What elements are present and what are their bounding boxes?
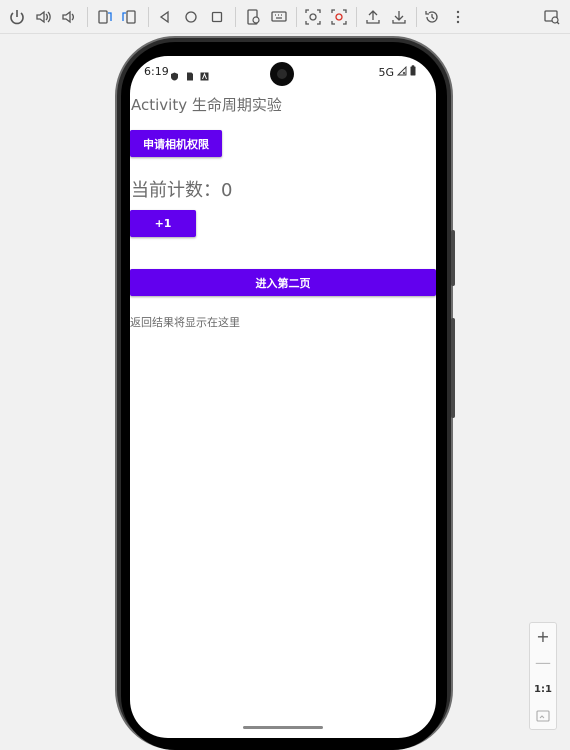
front-camera — [270, 62, 294, 86]
camera-snapshot-icon[interactable] — [302, 6, 324, 28]
zoom-panel: + — 1:1 — [529, 622, 557, 730]
sd-card-icon — [185, 66, 194, 81]
device-screen: 6:19 5G Activity 生命周期实验 申请相机权限 当前计数：0 +1… — [130, 56, 436, 738]
request-camera-permission-button[interactable]: 申请相机权限 — [130, 130, 222, 157]
upload-icon[interactable] — [362, 6, 384, 28]
network-label: 5G — [378, 65, 394, 79]
shield-icon — [170, 66, 179, 81]
overview-icon[interactable] — [206, 6, 228, 28]
result-text: 返回结果将显示在这里 — [130, 316, 240, 329]
zoom-out-button[interactable]: — — [530, 649, 556, 675]
next-page-button[interactable]: 进入第二页 — [130, 269, 436, 296]
rotate-right-icon[interactable] — [119, 6, 141, 28]
home-gesture-bar[interactable] — [243, 726, 323, 729]
app-notification-icon — [200, 66, 209, 81]
power-side-button[interactable] — [451, 318, 455, 418]
zoom-ratio-button[interactable]: 1:1 — [530, 676, 556, 702]
increment-button[interactable]: +1 — [130, 210, 196, 237]
device-search-icon[interactable] — [541, 6, 563, 28]
status-right: 5G — [378, 65, 416, 79]
more-icon[interactable] — [447, 6, 469, 28]
counter-text: 当前计数：0 — [131, 180, 233, 201]
home-icon[interactable] — [180, 6, 202, 28]
record-icon[interactable] — [328, 6, 350, 28]
fit-screen-icon[interactable] — [530, 703, 556, 729]
signal-icon — [396, 65, 407, 79]
download-icon[interactable] — [388, 6, 410, 28]
volume-down-icon[interactable] — [58, 6, 80, 28]
screenshot-icon[interactable] — [242, 6, 264, 28]
back-icon[interactable] — [154, 6, 176, 28]
rotate-left-icon[interactable] — [93, 6, 115, 28]
battery-icon — [410, 65, 416, 79]
zoom-in-button[interactable]: + — [530, 623, 556, 649]
power-icon[interactable] — [6, 6, 28, 28]
status-notification-icons — [170, 66, 209, 81]
app-title: Activity 生命周期实验 — [131, 96, 282, 114]
history-icon[interactable] — [421, 6, 443, 28]
emulator-toolbar — [0, 0, 570, 34]
status-time: 6:19 — [144, 65, 169, 78]
volume-side-button[interactable] — [451, 230, 455, 286]
volume-up-icon[interactable] — [32, 6, 54, 28]
keyboard-icon[interactable] — [268, 6, 290, 28]
